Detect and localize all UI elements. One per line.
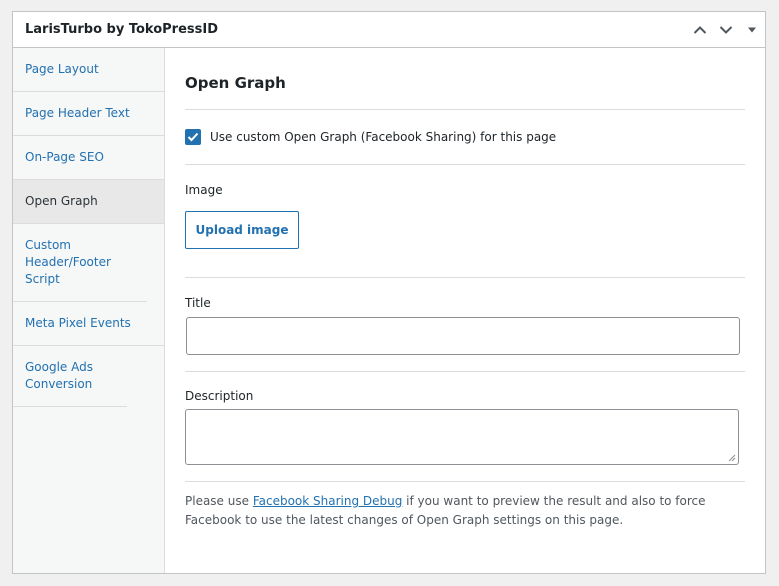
- metabox-panel: LarisTurbo by TokoPressID Page Layout Pa…: [12, 11, 766, 574]
- header-actions: [687, 12, 765, 47]
- custom-og-checkbox-row: Use custom Open Graph (Facebook Sharing)…: [185, 110, 745, 164]
- title-label: Title: [185, 296, 211, 310]
- toggle-panel-button[interactable]: [739, 12, 765, 48]
- facebook-sharing-debug-link[interactable]: Facebook Sharing Debug: [253, 494, 403, 508]
- resize-grip-icon[interactable]: [728, 454, 736, 462]
- chevron-down-icon: [719, 25, 733, 34]
- sidebar-item-open-graph[interactable]: Open Graph: [13, 180, 164, 224]
- sidebar-item-page-layout[interactable]: Page Layout: [13, 48, 164, 92]
- description-label: Description: [185, 389, 254, 403]
- description-textarea[interactable]: [185, 409, 739, 465]
- move-down-button[interactable]: [713, 12, 739, 48]
- caret-down-icon: [748, 27, 756, 32]
- sidebar-item-custom-header-footer-script[interactable]: Custom Header/Footer Script: [13, 224, 147, 302]
- chevron-up-icon: [693, 25, 707, 34]
- sidebar-item-page-header-text[interactable]: Page Header Text: [13, 92, 164, 136]
- custom-og-checkbox[interactable]: [185, 129, 201, 145]
- panel-header: LarisTurbo by TokoPressID: [13, 12, 765, 48]
- panel-title: LarisTurbo by TokoPressID: [25, 22, 218, 37]
- sidebar-item-google-ads-conversion[interactable]: Google Ads Conversion: [13, 346, 127, 407]
- sidebar: Page Layout Page Header Text On-Page SEO…: [13, 48, 165, 573]
- sidebar-item-meta-pixel-events[interactable]: Meta Pixel Events: [13, 302, 164, 346]
- upload-image-button[interactable]: Upload image: [185, 211, 299, 249]
- checkmark-icon: [187, 132, 199, 142]
- title-input[interactable]: [186, 317, 740, 355]
- section-title: Open Graph: [185, 74, 286, 92]
- help-text: Please use Facebook Sharing Debug if you…: [185, 492, 745, 530]
- settings-content: Open Graph Use custom Open Graph (Facebo…: [185, 48, 745, 573]
- image-label: Image: [185, 183, 223, 197]
- move-up-button[interactable]: [687, 12, 713, 48]
- custom-og-checkbox-label: Use custom Open Graph (Facebook Sharing)…: [210, 130, 557, 144]
- panel-body: Page Layout Page Header Text On-Page SEO…: [13, 48, 765, 573]
- sidebar-item-on-page-seo[interactable]: On-Page SEO: [13, 136, 164, 180]
- help-text-before: Please use: [185, 494, 253, 508]
